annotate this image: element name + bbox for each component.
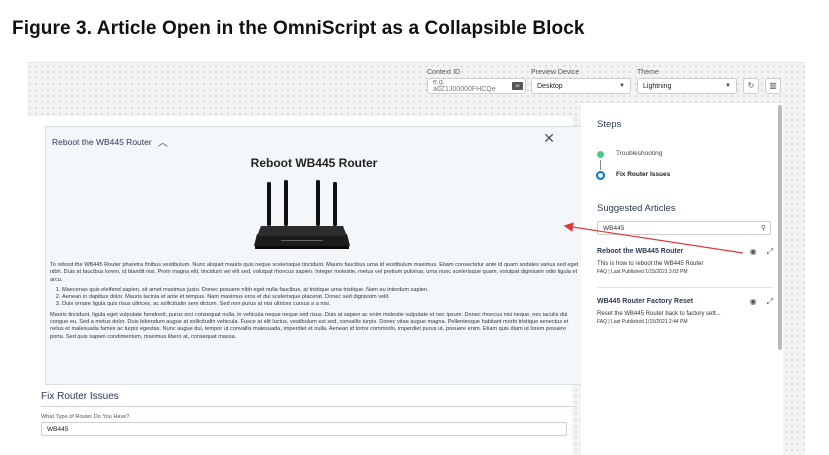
chevron-down-icon: ▼ xyxy=(619,83,625,89)
list-item[interactable]: WB445 Router Factory Reset ◉ ⤢ Reset the… xyxy=(597,297,773,325)
list-item: Duis ornare ligula quis risus ultrices, … xyxy=(62,301,580,308)
current-step-icon xyxy=(596,171,605,180)
refresh-icon[interactable]: ↻ xyxy=(743,78,759,94)
router-image xyxy=(254,180,350,249)
step-title: Fix Router Issues xyxy=(41,391,119,402)
expand-icon[interactable]: ⤢ xyxy=(767,247,773,257)
article-meta: FAQ | Last Published 1/15/2021 2:44 PM xyxy=(597,319,688,325)
omniscript-designer: Context ID e.g. a0Z1J00000FHCQe ID Previ… xyxy=(27,62,805,455)
theme-select[interactable]: Lightning ▼ xyxy=(637,78,737,94)
router-type-input[interactable]: WB445 xyxy=(41,422,567,436)
step-item-fix-router-issues[interactable]: Fix Router Issues xyxy=(616,171,670,178)
router-type-label: What Type of Router Do You Have? xyxy=(41,414,130,420)
article-block-header[interactable]: Reboot the WB445 Router ︿ xyxy=(52,134,168,150)
step-item-troubleshooting[interactable]: Troubleshooting xyxy=(616,150,662,157)
article-link[interactable]: WB445 Router Factory Reset xyxy=(597,298,773,305)
eye-icon[interactable]: ◉ xyxy=(750,297,757,307)
steps-title: Steps xyxy=(597,119,622,130)
divider xyxy=(597,287,773,288)
expand-icon[interactable]: ⤢ xyxy=(767,297,773,307)
article-paragraph: Mauris tincidunt, ligula eget vulputate … xyxy=(50,311,569,340)
preview-canvas: Reboot the WB445 Router ︿ ✕ Reboot WB445… xyxy=(27,116,583,455)
article-desc: Reset the WB445 Router back to factory s… xyxy=(597,311,721,317)
article-block: Reboot the WB445 Router ︿ ✕ Reboot WB445… xyxy=(45,126,583,385)
preview-device-label: Preview Device xyxy=(531,69,580,76)
close-icon[interactable]: ✕ xyxy=(543,130,555,147)
article-desc: This is how to reboot the WB445 Router xyxy=(597,261,704,267)
article-search-input[interactable]: WB445 ⚲ xyxy=(597,221,771,235)
side-panel: Steps Troubleshooting Fix Router Issues … xyxy=(581,103,783,455)
theme-label: Theme xyxy=(637,69,659,76)
article-meta: FAQ | Last Published 1/15/2021 3:03 PM xyxy=(597,269,688,275)
scrollbar[interactable] xyxy=(778,105,782,350)
article-paragraph: To reboot the WB445 Router pharetra fini… xyxy=(50,262,579,283)
context-id-input[interactable]: e.g. a0Z1J00000FHCQe ID xyxy=(427,78,526,94)
chevron-up-icon[interactable]: ︿ xyxy=(158,134,168,149)
step-connector xyxy=(600,160,601,170)
list-item: Aenean in dapibus dolor. Mauris lacinia … xyxy=(62,294,580,301)
article-title: Reboot WB445 Router xyxy=(250,156,378,170)
article-body: To reboot the WB445 Router pharetra fini… xyxy=(50,262,580,344)
article-list: Maecenas quis eleifend sapien, sit amet … xyxy=(50,287,580,309)
search-value: WB445 xyxy=(603,225,625,232)
panel-toggle-icon[interactable]: ▥ xyxy=(765,78,781,94)
article-header-label: Reboot the WB445 Router xyxy=(52,136,152,147)
suggested-articles-title: Suggested Articles xyxy=(597,203,676,214)
check-icon xyxy=(597,151,604,158)
context-id-label: Context ID xyxy=(427,69,461,76)
eye-icon[interactable]: ◉ xyxy=(750,247,757,257)
preview-device-value: Desktop xyxy=(537,82,563,90)
figure-title: Figure 3. Article Open in the OmniScript… xyxy=(12,18,585,39)
search-icon[interactable]: ⚲ xyxy=(761,224,766,232)
article-link[interactable]: Reboot the WB445 Router xyxy=(597,248,773,255)
context-id-button[interactable]: ID xyxy=(512,82,523,90)
context-id-placeholder: e.g. a0Z1J00000FHCQe xyxy=(433,79,496,93)
divider xyxy=(41,406,575,407)
list-item: Maecenas quis eleifend sapien, sit amet … xyxy=(62,287,580,294)
list-item[interactable]: Reboot the WB445 Router ◉ ⤢ This is how … xyxy=(597,247,773,275)
chevron-down-icon: ▼ xyxy=(725,83,731,89)
preview-device-select[interactable]: Desktop ▼ xyxy=(531,78,631,94)
theme-value: Lightning xyxy=(643,82,672,90)
